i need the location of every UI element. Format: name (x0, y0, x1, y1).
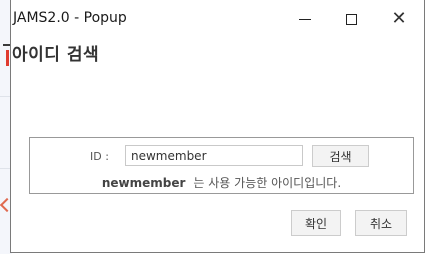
popup-window: JAMS2.0 - Popup ✕ 아이디 검색 ID : 검색 newmemb… (10, 0, 425, 253)
close-icon: ✕ (391, 8, 407, 29)
cancel-button[interactable]: 취소 (355, 210, 407, 236)
title-bar[interactable]: JAMS2.0 - Popup ✕ (11, 0, 424, 40)
minimize-button[interactable] (282, 0, 328, 38)
id-label: ID : (90, 150, 109, 163)
search-button[interactable]: 검색 (312, 145, 369, 167)
close-button[interactable]: ✕ (376, 0, 422, 38)
background-accent-mark (6, 50, 9, 66)
result-message: newmember 는 사용 가능한 아이디입니다. (30, 174, 413, 191)
search-panel: ID : 검색 newmember 는 사용 가능한 아이디입니다. (29, 137, 414, 194)
result-user-id: newmember (101, 176, 186, 190)
confirm-button[interactable]: 확인 (291, 210, 341, 236)
maximize-button[interactable] (328, 0, 374, 38)
minimize-icon (299, 18, 311, 20)
window-title: JAMS2.0 - Popup (13, 10, 127, 26)
page-title: 아이디 검색 (12, 45, 100, 65)
id-input[interactable] (125, 145, 303, 166)
maximize-icon (345, 13, 357, 25)
result-text: 는 사용 가능한 아이디입니다. (193, 176, 342, 190)
